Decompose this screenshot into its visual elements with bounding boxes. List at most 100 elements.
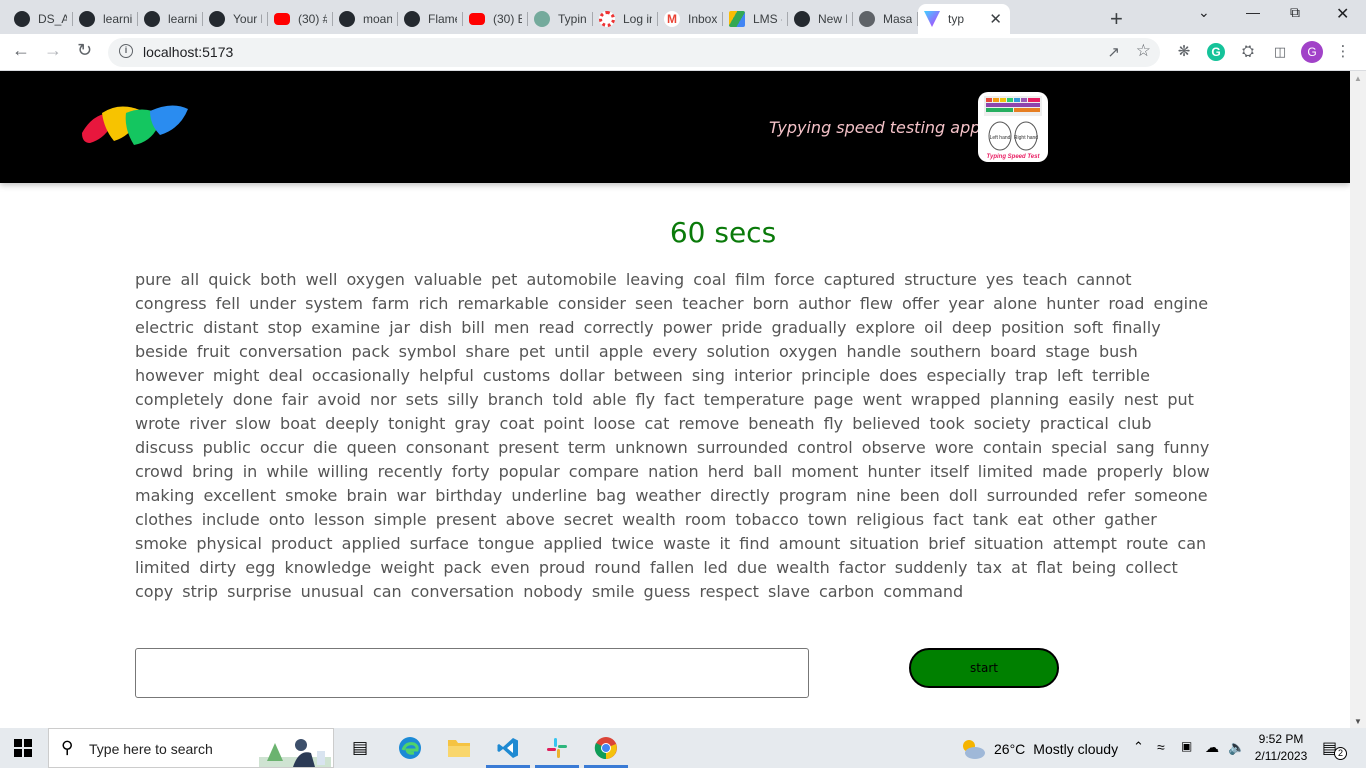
tab-title: learnir: [168, 12, 197, 26]
chrome-icon[interactable]: [584, 734, 628, 768]
scroll-up-arrow-icon[interactable]: ▲: [1354, 74, 1362, 83]
browser-tab[interactable]: Masai: [853, 4, 918, 34]
drive-icon: [729, 11, 745, 27]
tab-title: (30) B: [493, 12, 522, 26]
tab-title: learnir: [103, 12, 132, 26]
browser-tab[interactable]: typ ✕: [918, 4, 1010, 34]
browser-tab[interactable]: moan: [333, 4, 398, 34]
side-panel-icon[interactable]: ◫: [1271, 43, 1289, 61]
cloudy-weather-icon: [963, 740, 985, 759]
edge-browser-icon[interactable]: [396, 734, 424, 762]
tab-title: Your F: [233, 12, 262, 26]
profile-avatar[interactable]: G: [1301, 41, 1323, 63]
extensions-puzzle-icon[interactable]: ⛭: [1239, 43, 1257, 61]
browser-tab[interactable]: Your F: [203, 4, 268, 34]
taskbar-search-box[interactable]: ⚲ Type here to search: [48, 728, 334, 768]
tab-title: typ: [948, 12, 965, 26]
address-bar[interactable]: i localhost:5173 ↗ ☆: [108, 38, 1160, 67]
reload-icon[interactable]: ↻: [77, 40, 92, 61]
left-hand-label: Left hand: [990, 135, 1011, 141]
weather-condition: Mostly cloudy: [1033, 741, 1119, 757]
tab-title: Masai: [883, 12, 912, 26]
taskbar-search-placeholder: Type here to search: [89, 741, 213, 757]
browser-tab[interactable]: M Inbox: [658, 4, 723, 34]
start-button[interactable]: start: [909, 648, 1059, 688]
clock-date: 2/11/2023: [1254, 749, 1308, 763]
slack-icon[interactable]: [535, 734, 579, 768]
address-url[interactable]: localhost:5173: [143, 44, 233, 60]
browser-tab[interactable]: LMS -: [723, 4, 788, 34]
app-icon-caption: Typing Speed Test: [987, 154, 1041, 160]
grammarly-icon[interactable]: G: [1207, 43, 1225, 61]
volume-speaker-icon[interactable]: 🔈: [1228, 739, 1245, 756]
right-hand-label: Right hand: [1014, 135, 1038, 141]
site-tagline: Typying speed testing app: [769, 118, 981, 137]
github-icon: [209, 11, 225, 27]
share-icon[interactable]: ↗: [1107, 43, 1120, 61]
vite-icon: [924, 11, 940, 27]
browser-tab[interactable]: New F: [788, 4, 853, 34]
weather-widget[interactable]: 26°C Mostly cloudy: [960, 738, 1118, 760]
onedrive-cloud-icon[interactable]: ☁: [1205, 739, 1219, 756]
back-arrow-icon[interactable]: ←: [12, 40, 30, 61]
tab-title: moan: [363, 12, 392, 26]
github-icon: [794, 11, 810, 27]
tab-title: Flame: [428, 12, 457, 26]
github-icon: [79, 11, 95, 27]
browser-tab[interactable]: Flame: [398, 4, 463, 34]
extension-bug-icon[interactable]: ❋: [1175, 43, 1193, 61]
chatgpt-icon: [534, 11, 550, 27]
clock-time: 9:52 PM: [1258, 732, 1304, 746]
github-icon: [339, 11, 355, 27]
youtube-icon: [469, 13, 485, 25]
github-icon: [404, 11, 420, 27]
weather-temperature: 26°C: [994, 741, 1026, 757]
browser-tab[interactable]: DS_Al: [8, 4, 73, 34]
site-info-icon[interactable]: i: [119, 44, 133, 58]
tab-title: LMS -: [753, 12, 782, 26]
browser-tab[interactable]: (30) B: [463, 4, 528, 34]
browser-toolbar: ← → ↻ i localhost:5173 ↗ ☆ ❋ G ⛭ ◫ G ⋮: [0, 34, 1366, 71]
notification-center-icon[interactable]: ▤ 2: [1322, 738, 1347, 760]
github-icon: [144, 11, 160, 27]
close-window-button[interactable]: ✕: [1336, 4, 1349, 24]
network-wifi-icon[interactable]: ≈: [1157, 739, 1165, 755]
gmail-icon: M: [664, 11, 680, 27]
new-tab-button[interactable]: +: [1110, 6, 1123, 32]
youtube-icon: [274, 13, 290, 25]
show-hidden-icons-chevron-icon[interactable]: ⌃: [1133, 739, 1144, 755]
notification-count: 2: [1334, 747, 1347, 760]
bookmark-star-icon[interactable]: ☆: [1136, 41, 1151, 61]
file-explorer-icon[interactable]: [445, 734, 473, 762]
tab-search-chevron-icon[interactable]: ⌄: [1198, 4, 1210, 21]
browser-tab[interactable]: Log in: [593, 4, 658, 34]
scroll-down-arrow-icon[interactable]: ▼: [1354, 717, 1362, 726]
tab-title: Inbox: [688, 12, 717, 26]
browser-tab[interactable]: learnir: [73, 4, 138, 34]
globe-icon: [859, 11, 875, 27]
meet-now-icon[interactable]: ▣: [1181, 739, 1192, 753]
github-icon: [14, 11, 30, 27]
browser-tab-strip: DS_Al learnir learnir Your F (30) # moan Flame…: [0, 0, 1366, 34]
search-highlight-illustration: [259, 739, 331, 767]
taskbar-clock[interactable]: 9:52 PM 2/11/2023: [1252, 731, 1310, 765]
browser-menu-icon[interactable]: ⋮: [1334, 43, 1352, 61]
maximize-button[interactable]: ⧉: [1290, 4, 1300, 21]
task-view-icon[interactable]: ▤: [346, 734, 374, 762]
windows-taskbar: ⚲ Type here to search ▤ 26°C Mostly clou…: [0, 728, 1366, 768]
close-tab-icon[interactable]: ✕: [989, 10, 1002, 28]
vscode-icon[interactable]: [486, 734, 530, 768]
browser-tab[interactable]: Typing: [528, 4, 593, 34]
site-logo: [82, 105, 188, 145]
browser-tab[interactable]: (30) #: [268, 4, 333, 34]
countdown-timer: 60 secs: [669, 216, 777, 249]
words-to-type: pure all quick both well oxygen valuable…: [135, 270, 1210, 601]
site-header: Typying speed testing app Left hand Righ…: [0, 71, 1350, 183]
browser-tab[interactable]: learnir: [138, 4, 203, 34]
forward-arrow-icon[interactable]: →: [44, 40, 62, 61]
tab-title: Log in: [623, 12, 652, 26]
windows-start-icon[interactable]: [14, 739, 32, 757]
typing-input[interactable]: [135, 648, 809, 698]
page-scrollbar[interactable]: ▲ ▼: [1350, 71, 1366, 728]
minimize-button[interactable]: —: [1246, 4, 1260, 20]
